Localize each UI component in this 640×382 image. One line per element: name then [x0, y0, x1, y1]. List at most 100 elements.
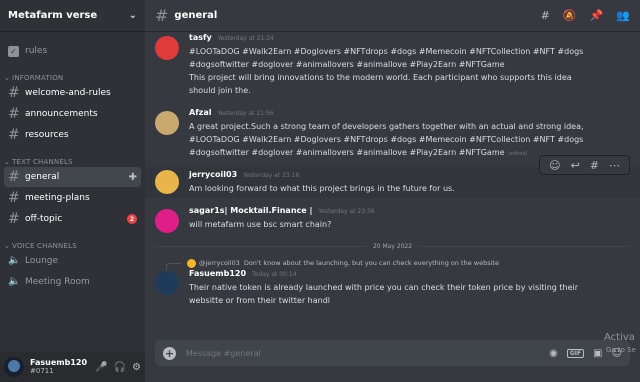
chevron-down-icon: ⌄ [4, 74, 11, 82]
message[interactable]: ☺ ↩ # ⋯ jerrycoil03 Yesterday at 23:16 A… [145, 155, 640, 198]
headphones-icon[interactable]: 🎧 [114, 362, 126, 373]
add-member-icon[interactable]: ✚ [129, 172, 137, 183]
message-line: #LOOTaDOG #Walk2Earn #Doglovers #NFTdrop… [189, 135, 584, 144]
plus-icon[interactable]: + [163, 346, 176, 360]
gear-icon[interactable]: ⚙ [132, 362, 141, 373]
message-author[interactable]: Afzal [189, 108, 211, 117]
message-line: A great project.Such a strong team of de… [189, 122, 584, 131]
sidebar-item-announcements[interactable]: # announcements [4, 104, 141, 124]
server-header[interactable]: Metafarm verse ⌄ [0, 0, 145, 32]
reply-icon[interactable]: ↩ [571, 159, 580, 172]
speaker-icon: 🔈 [8, 276, 21, 287]
watermark-line: Go to Se [606, 346, 636, 354]
sidebar-item-off-topic[interactable]: # off-topic 2 [4, 209, 141, 229]
sidebar-item-rules[interactable]: ✓ rules [4, 41, 141, 61]
message[interactable]: tasfy Yesterday at 21:24 #LOOTaDOG #Walk… [145, 33, 640, 97]
sticker-icon[interactable]: ▣ [593, 348, 602, 359]
message-line: Am looking forward to what this project … [189, 184, 455, 193]
server-name: Metafarm verse [8, 10, 98, 21]
reply-reference[interactable]: @jerrycoil03 Don't know about the launch… [145, 257, 640, 272]
mute-icon[interactable]: 🎤 [95, 362, 107, 373]
hash-icon: # [8, 85, 20, 101]
message-timestamp: Yesterday at 23:16 [243, 172, 300, 179]
channel-label: Meeting Room [25, 277, 90, 287]
message-input[interactable] [186, 348, 541, 358]
message-author[interactable]: tasfy [189, 33, 212, 42]
pin-icon[interactable]: 📌 [590, 9, 604, 22]
avatar[interactable] [4, 357, 24, 377]
category-information[interactable]: ⌄ INFORMATION [0, 62, 145, 82]
message[interactable]: Afzal Yesterday at 21:56 A great project… [145, 108, 640, 161]
sidebar-item-meeting-plans[interactable]: # meeting-plans [4, 188, 141, 208]
thread-icon[interactable]: # [590, 159, 599, 172]
chat-area: # general # 🔕 📌 👥 tasfy Yesterday at 21:… [145, 0, 640, 382]
mute-bell-icon[interactable]: 🔕 [563, 9, 577, 22]
message-author[interactable]: Fasuemb120 [189, 269, 246, 278]
avatar[interactable] [155, 111, 179, 135]
message[interactable]: sagar1s| Mocktail.Finance | Yesterday at… [145, 206, 640, 233]
reply-text: Don't know about the launching, but you … [243, 259, 499, 267]
hash-icon: # [8, 127, 20, 143]
sidebar-item-general[interactable]: # general ✚ [4, 167, 141, 187]
hash-icon: # [8, 211, 20, 227]
message-timestamp: Yesterday at 23:36 [318, 208, 375, 215]
nitro-icon[interactable]: ◉ [549, 348, 558, 359]
channel-header: # general # 🔕 📌 👥 [145, 0, 640, 32]
message-author[interactable]: jerrycoil03 [189, 170, 237, 179]
channel-label: rules [25, 46, 48, 56]
hash-icon: # [8, 190, 20, 206]
avatar [187, 258, 196, 268]
message-line: will metafarm use bsc smart chain? [189, 220, 332, 229]
watermark-line: Activa [604, 332, 635, 343]
page-title: general [174, 10, 218, 21]
discord-app: Metafarm verse ⌄ ✓ rules ⌄ INFORMATION #… [0, 0, 640, 382]
channel-label: meeting-plans [25, 193, 90, 203]
category-text-channels[interactable]: ⌄ TEXT CHANNELS [0, 146, 145, 166]
channel-label: announcements [25, 109, 98, 119]
message-toolbar: ☺ ↩ # ⋯ [539, 155, 630, 175]
more-icon[interactable]: ⋯ [609, 159, 620, 172]
chevron-down-icon: ⌄ [4, 242, 11, 250]
message-timestamp: Yesterday at 21:56 [217, 110, 274, 117]
sidebar-item-lounge[interactable]: 🔈 Lounge [4, 251, 141, 271]
reply-author[interactable]: @jerrycoil03 [199, 259, 240, 267]
message-line: #dogsoftwitter #doglover #animallovers #… [189, 60, 505, 69]
speaker-icon: 🔈 [8, 255, 21, 266]
message[interactable]: Fasuemb120 Today at 00:14 Their native t… [145, 269, 640, 307]
sidebar-item-resources[interactable]: # resources [4, 125, 141, 145]
avatar[interactable] [155, 170, 179, 194]
chevron-down-icon: ⌄ [4, 158, 11, 166]
chevron-down-icon[interactable]: ⌄ [129, 10, 137, 21]
category-label: INFORMATION [12, 74, 64, 82]
channel-sidebar: Metafarm verse ⌄ ✓ rules ⌄ INFORMATION #… [0, 0, 145, 382]
channel-label: off-topic [25, 214, 63, 224]
category-voice-channels[interactable]: ⌄ VOICE CHANNELS [0, 230, 145, 250]
avatar[interactable] [155, 271, 179, 295]
message-timestamp: Today at 00:14 [252, 271, 297, 278]
rules-icon: ✓ [8, 45, 19, 57]
avatar[interactable] [155, 209, 179, 233]
sidebar-item-welcome-and-rules[interactable]: # welcome-and-rules [4, 83, 141, 103]
gif-icon[interactable]: GIF [566, 348, 585, 358]
channel-label: resources [25, 130, 69, 140]
threads-icon[interactable]: # [541, 9, 550, 22]
user-info[interactable]: Fasuemb120 #0711 [30, 358, 89, 375]
activation-watermark: Activa Go to Se [604, 332, 636, 356]
edited-label: (edited) [507, 151, 528, 157]
message-list[interactable]: tasfy Yesterday at 21:24 #LOOTaDOG #Walk… [145, 32, 640, 336]
date-divider-label: 20 May 2022 [366, 242, 419, 250]
message-author[interactable]: sagar1s| Mocktail.Finance | [189, 206, 312, 215]
user-panel: Fasuemb120 #0711 🎤 🎧 ⚙ [0, 352, 145, 382]
user-tag: #0711 [30, 366, 54, 375]
hash-icon: # [8, 106, 20, 122]
avatar[interactable] [155, 36, 179, 60]
message-line: Their native token is already launched w… [189, 283, 579, 292]
members-icon[interactable]: 👥 [616, 9, 630, 22]
category-label: TEXT CHANNELS [12, 158, 73, 166]
message-line: websitte or from their twitter handl [189, 296, 331, 305]
message-text: #dogsoftwitter #doglover #animallovers #… [189, 148, 505, 157]
message-line: #LOOTaDOG #Walk2Earn #Doglovers #NFTdrop… [189, 47, 584, 56]
sidebar-item-meeting-room[interactable]: 🔈 Meeting Room [4, 272, 141, 292]
add-reaction-icon[interactable]: ☺ [549, 159, 560, 172]
channel-label: Lounge [25, 256, 59, 266]
